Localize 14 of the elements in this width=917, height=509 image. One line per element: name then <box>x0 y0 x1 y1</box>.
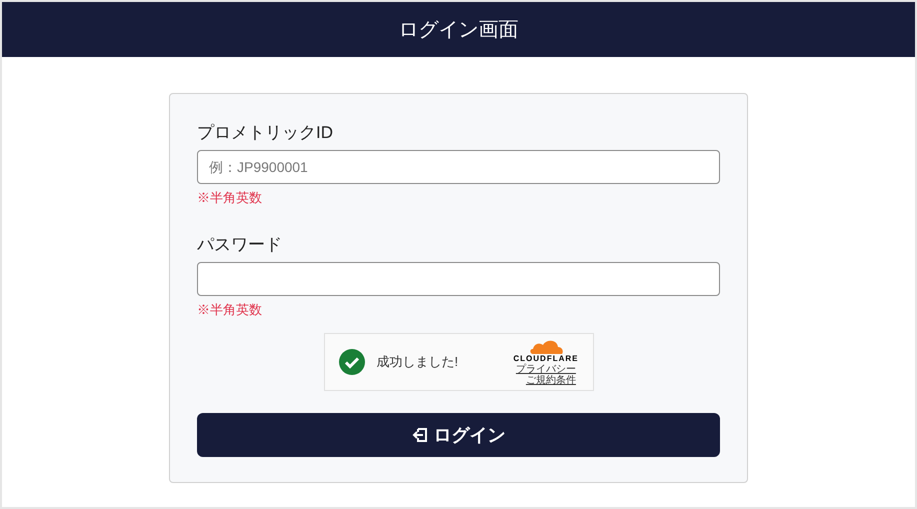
captcha-link[interactable]: ご規約条件 <box>526 375 576 386</box>
field-label: パスワード <box>197 234 283 256</box>
login-button[interactable]: ログイン <box>197 413 720 457</box>
input-field[interactable] <box>197 262 720 296</box>
field-label: プロメトリックID <box>197 122 334 144</box>
field-hint: ※半角英数 <box>197 190 263 206</box>
login-icon <box>412 427 428 443</box>
captcha-status: 成功しました! <box>376 353 458 372</box>
brand-logo: CLOUDFLARE <box>513 354 578 364</box>
input-field[interactable]: 例：JP9900001 <box>197 150 720 184</box>
cloud-icon <box>528 338 563 354</box>
page-title: ログイン画面 <box>398 18 518 42</box>
captcha-link[interactable]: プライバシー <box>516 364 576 375</box>
field-hint: ※半角英数 <box>197 302 263 318</box>
